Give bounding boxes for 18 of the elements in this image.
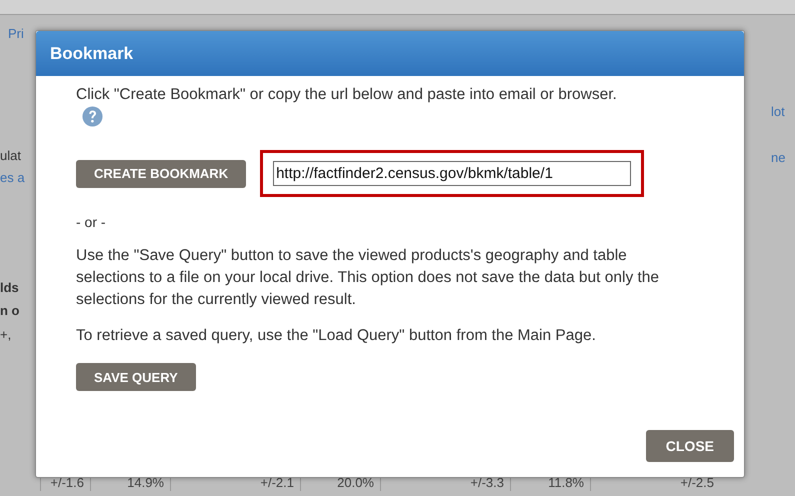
page-text-fragment: n o — [0, 303, 20, 318]
create-bookmark-button[interactable]: CREATE BOOKMARK — [76, 160, 246, 188]
page-text-fragment[interactable]: lot — [771, 104, 785, 119]
url-field[interactable]: http://factfinder2.census.gov/bkmk/table/1 — [273, 161, 632, 186]
save-query-description: Use the "Save Query" button to save the viewed products's geography and table selections to a file on your local drive. This option does not save the data but only the selections for the currently viewed result. — [76, 246, 660, 310]
instruction-text: Click "Create Bookmark" or copy the url below and paste into email or browser. — [76, 86, 617, 103]
load-query-description: To retrieve a saved query, use the "Load Query" button from the Main Page. — [76, 326, 596, 346]
close-button[interactable]: CLOSE — [646, 430, 734, 462]
page-text-fragment[interactable]: es a — [0, 170, 25, 185]
save-query-button[interactable]: SAVE QUERY — [76, 363, 196, 391]
separator-text: - or - — [76, 213, 106, 232]
page-text-fragment: lds — [0, 280, 19, 295]
page-text-fragment[interactable]: Pri — [8, 26, 24, 41]
dialog-title: Bookmark — [50, 44, 134, 64]
page-text-fragment: +, — [0, 327, 12, 342]
page-text-fragment[interactable]: ne — [771, 150, 786, 165]
page-text-fragment: ulat — [0, 148, 21, 163]
help-icon[interactable] — [82, 106, 103, 127]
